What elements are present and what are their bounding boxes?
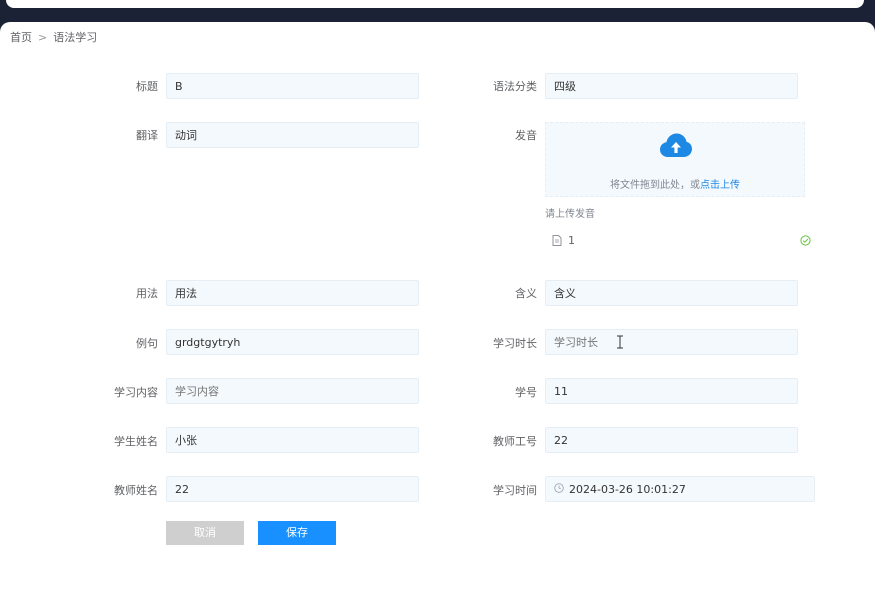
top-bar (0, 0, 875, 22)
student-id-input[interactable] (545, 378, 798, 404)
top-bar-strip (6, 0, 864, 8)
duration-label: 学习时长 (493, 337, 537, 350)
teacher-name-input[interactable] (166, 476, 419, 502)
upload-hint: 将文件拖到此处，或点击上传 (546, 176, 804, 191)
text-cursor-icon (617, 335, 623, 349)
student-id-label: 学号 (515, 386, 537, 399)
file-icon (552, 235, 562, 246)
breadcrumb-separator: > (38, 30, 48, 44)
translation-label: 翻译 (136, 129, 158, 142)
usage-label: 用法 (136, 287, 158, 300)
upload-drag-text: 将文件拖到此处，或 (610, 180, 700, 191)
teacher-id-input[interactable] (545, 427, 798, 453)
main-panel: 首页 > 语法学习 标题 翻译 用法 例句 学习内容 学生姓名 教师姓名 语法分… (0, 22, 875, 591)
category-label: 语法分类 (493, 80, 537, 93)
translation-input[interactable] (166, 122, 419, 148)
upload-tip: 请上传发音 (545, 209, 595, 220)
cancel-button[interactable]: 取消 (166, 521, 244, 545)
category-select[interactable] (545, 73, 798, 99)
upload-cloud-icon (660, 133, 692, 157)
student-name-label: 学生姓名 (114, 435, 158, 448)
student-name-input[interactable] (166, 427, 419, 453)
clock-icon (554, 483, 564, 493)
content-input[interactable] (166, 378, 419, 404)
example-input[interactable] (166, 329, 419, 355)
duration-input[interactable] (545, 329, 798, 355)
success-check-icon (800, 235, 811, 246)
meaning-input[interactable] (545, 280, 798, 306)
study-time-label: 学习时间 (493, 484, 537, 497)
pronunciation-label: 发音 (515, 129, 537, 142)
upload-dropzone[interactable]: 将文件拖到此处，或点击上传 (545, 122, 805, 197)
study-time-picker[interactable] (545, 476, 815, 502)
uploaded-file-name: 1 (568, 234, 575, 247)
breadcrumb: 首页 > 语法学习 (10, 29, 97, 45)
meaning-label: 含义 (515, 287, 537, 300)
teacher-id-label: 教师工号 (493, 435, 537, 448)
teacher-name-label: 教师姓名 (114, 484, 158, 497)
title-label: 标题 (136, 80, 158, 93)
title-input[interactable] (166, 73, 419, 99)
upload-click-link[interactable]: 点击上传 (700, 180, 740, 191)
example-label: 例句 (136, 337, 158, 350)
usage-input[interactable] (166, 280, 419, 306)
breadcrumb-home[interactable]: 首页 (10, 29, 32, 45)
breadcrumb-current: 语法学习 (53, 31, 98, 44)
uploaded-file-item[interactable]: 1 (552, 234, 575, 247)
save-button[interactable]: 保存 (258, 521, 336, 545)
content-label: 学习内容 (114, 386, 158, 399)
